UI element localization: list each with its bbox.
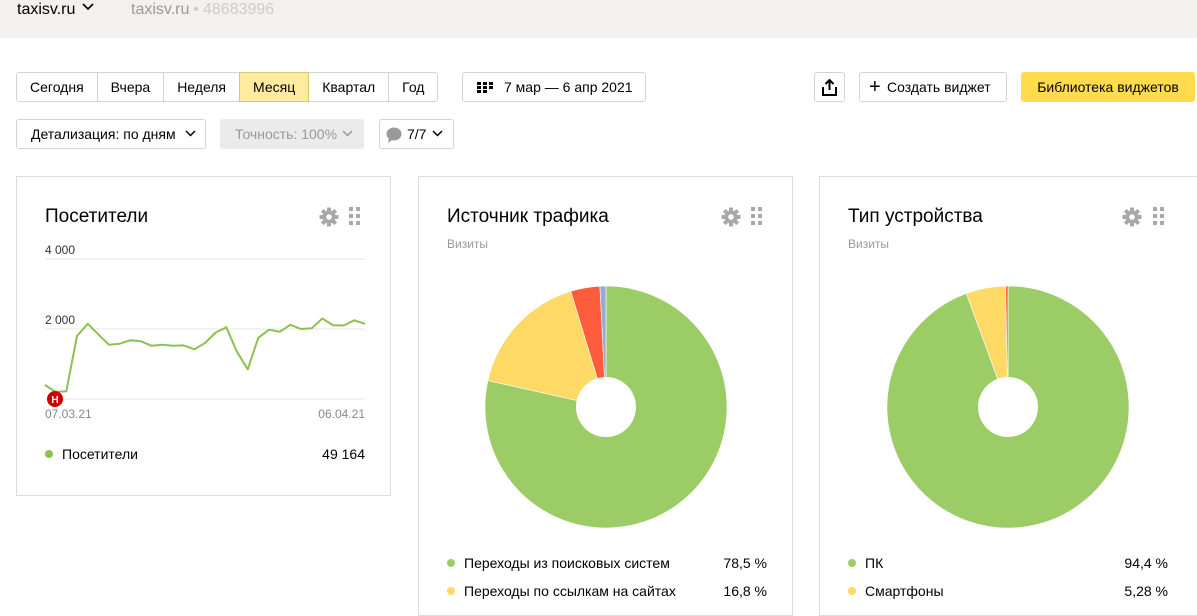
- traffic-source-widget: Источник трафика Визиты Переходы из поис…: [418, 176, 793, 616]
- y-tick-label: 4 000: [45, 243, 75, 257]
- pie-hole: [978, 377, 1038, 437]
- widget-title: Источник трафика: [447, 206, 609, 227]
- legend-dot: [447, 587, 455, 595]
- visitors-line-chart: 2 000 4 000 Н07.03.21 06.04.21: [44, 243, 366, 421]
- legend-dot: [45, 450, 53, 458]
- accuracy-selector[interactable]: Точность: 100%: [220, 119, 364, 149]
- plus-icon: +: [869, 76, 881, 98]
- legend-item[interactable]: Переходы из поисковых систем 78,5 %: [447, 554, 767, 572]
- legend-value: 5,28 %: [1124, 583, 1168, 599]
- x-tick-label: 07.03.21: [45, 407, 92, 421]
- counter-id: 48683996: [203, 1, 275, 18]
- legend-label: Посетители: [62, 446, 138, 462]
- drag-handle-icon[interactable]: [751, 207, 762, 225]
- legend-item[interactable]: Посетители 49 164: [45, 445, 365, 463]
- notes-selector[interactable]: 7/7: [379, 119, 454, 149]
- detail-selector[interactable]: Детализация: по дням: [16, 119, 206, 149]
- legend-item[interactable]: ПК 94,4 %: [848, 554, 1168, 572]
- legend-value: 16,8 %: [723, 583, 767, 599]
- x-tick-label: 06.04.21: [318, 407, 365, 421]
- traffic-pie-chart: [484, 285, 728, 529]
- create-widget-button[interactable]: + Создать виджет: [859, 72, 1007, 102]
- chevron-down-icon: [432, 130, 443, 137]
- period-button[interactable]: Сегодня: [16, 72, 98, 102]
- period-button[interactable]: Вчера: [96, 72, 165, 102]
- period-button[interactable]: Квартал: [308, 72, 390, 102]
- legend-label: Переходы по ссылкам на сайтах: [464, 583, 676, 599]
- legend-item[interactable]: Смартфоны 5,28 %: [848, 582, 1168, 600]
- date-range-button[interactable]: 7 мар — 6 апр 2021: [462, 72, 646, 102]
- widget-subtitle: Визиты: [447, 237, 489, 251]
- legend-label: ПК: [865, 555, 884, 571]
- top-bar: taxisv.ru taxisv.ru • 48683996: [0, 0, 1197, 38]
- legend-label: Смартфоны: [865, 583, 944, 599]
- legend-value: 78,5 %: [723, 555, 767, 571]
- widget-library-button[interactable]: Библиотека виджетов: [1021, 72, 1195, 102]
- devices-pie-chart: [886, 285, 1130, 529]
- share-button[interactable]: [814, 72, 845, 102]
- y-tick-label: 2 000: [45, 313, 75, 327]
- gear-icon[interactable]: [1122, 207, 1142, 227]
- chevron-down-icon: [342, 130, 353, 137]
- legend-dot: [447, 559, 455, 567]
- widget-subtitle: Визиты: [848, 237, 890, 251]
- widget-title: Тип устройства: [848, 206, 983, 227]
- note-marker-label: Н: [51, 395, 58, 406]
- speech-bubble-icon: [386, 127, 402, 143]
- accuracy-label: Точность: 100%: [235, 126, 338, 142]
- legend-value: 49 164: [322, 446, 365, 462]
- site-domain: taxisv.ru: [131, 1, 190, 18]
- share-icon: [822, 79, 837, 96]
- legend-item[interactable]: Переходы по ссылкам на сайтах 16,8 %: [447, 582, 767, 600]
- notes-count: 7/7: [407, 126, 427, 142]
- period-button[interactable]: Год: [388, 72, 439, 102]
- pie-hole: [576, 377, 636, 437]
- detail-label: Детализация: по дням: [31, 126, 176, 142]
- separator: •: [193, 1, 199, 18]
- period-selector: Сегодня Вчера Неделя Месяц Квартал Год: [16, 72, 439, 102]
- chevron-down-icon[interactable]: [82, 3, 94, 11]
- create-widget-label: Создать виджет: [887, 79, 991, 95]
- site-selector[interactable]: taxisv.ru: [17, 0, 75, 20]
- legend-label: Переходы из поисковых систем: [464, 555, 670, 571]
- legend-dot: [848, 587, 856, 595]
- period-button[interactable]: Месяц: [239, 72, 310, 102]
- drag-handle-icon[interactable]: [1153, 207, 1164, 225]
- visitors-widget: Посетители 2 000 4 000 Н 07.03.21 06.04.21 П…: [16, 176, 391, 496]
- date-range-label: 7 мар — 6 апр 2021: [504, 79, 633, 95]
- site-info: taxisv.ru • 48683996: [131, 0, 274, 20]
- note-marker-icon: Н: [47, 391, 63, 407]
- chevron-down-icon: [185, 130, 196, 137]
- period-button[interactable]: Неделя: [163, 72, 241, 102]
- calendar-grid-icon: [477, 82, 493, 93]
- visitors-series-line: [44, 317, 366, 393]
- gear-icon[interactable]: [721, 207, 741, 227]
- legend-value: 94,4 %: [1124, 555, 1168, 571]
- device-type-widget: Тип устройства Визиты ПК 94,4 % Смартфон…: [819, 176, 1197, 616]
- legend-dot: [848, 559, 856, 567]
